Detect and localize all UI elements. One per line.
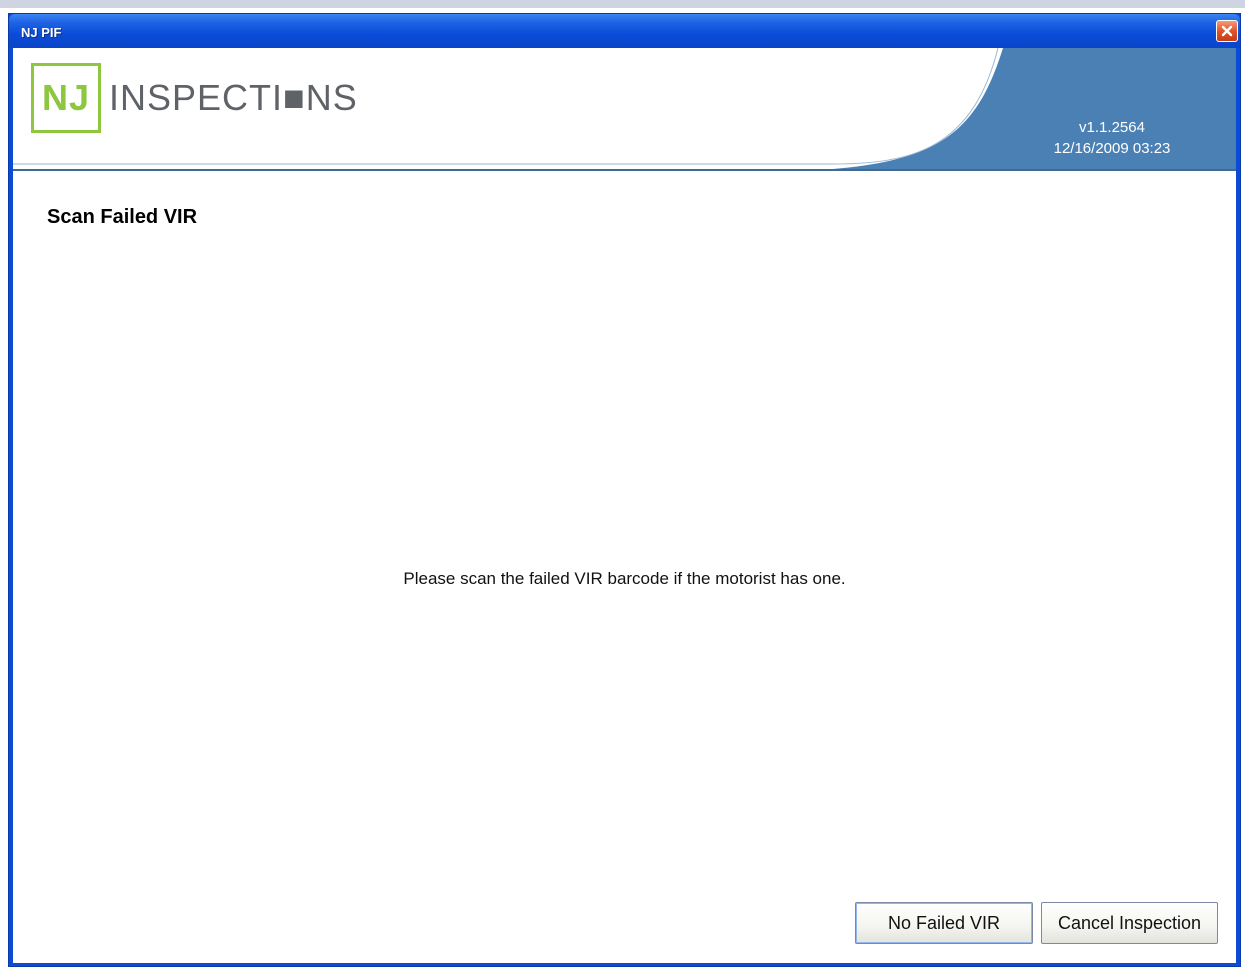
screen-border-left xyxy=(0,8,8,969)
app-window: NJ PIF NJ INSPECTI■NS v1.1.2564 12/16/20… xyxy=(8,13,1241,967)
nj-inspections-logo: NJ INSPECTI■NS xyxy=(31,62,358,134)
page-title: Scan Failed VIR xyxy=(47,206,198,228)
close-button[interactable] xyxy=(1216,20,1238,42)
logo-nj-box: NJ xyxy=(31,63,101,133)
version-info: v1.1.2564 12/16/2009 03:23 xyxy=(1032,117,1192,159)
header-divider xyxy=(13,169,1236,171)
version-datetime: 12/16/2009 03:23 xyxy=(1053,140,1171,157)
close-icon xyxy=(1221,25,1233,37)
no-failed-vir-button[interactable]: No Failed VIR xyxy=(855,902,1033,944)
app-header: NJ INSPECTI■NS v1.1.2564 12/16/2009 03:2… xyxy=(13,48,1236,169)
screen-border-top xyxy=(0,0,1245,8)
version-number: v1.1.2564 xyxy=(1079,119,1145,136)
title-bar[interactable]: NJ PIF xyxy=(9,14,1240,48)
logo-wordmark: INSPECTI■NS xyxy=(109,77,358,118)
window-title: NJ PIF xyxy=(21,25,62,40)
instruction-message: Please scan the failed VIR barcode if th… xyxy=(403,569,846,588)
cancel-inspection-button[interactable]: Cancel Inspection xyxy=(1041,902,1218,944)
client-area: NJ INSPECTI■NS v1.1.2564 12/16/2009 03:2… xyxy=(13,48,1236,963)
